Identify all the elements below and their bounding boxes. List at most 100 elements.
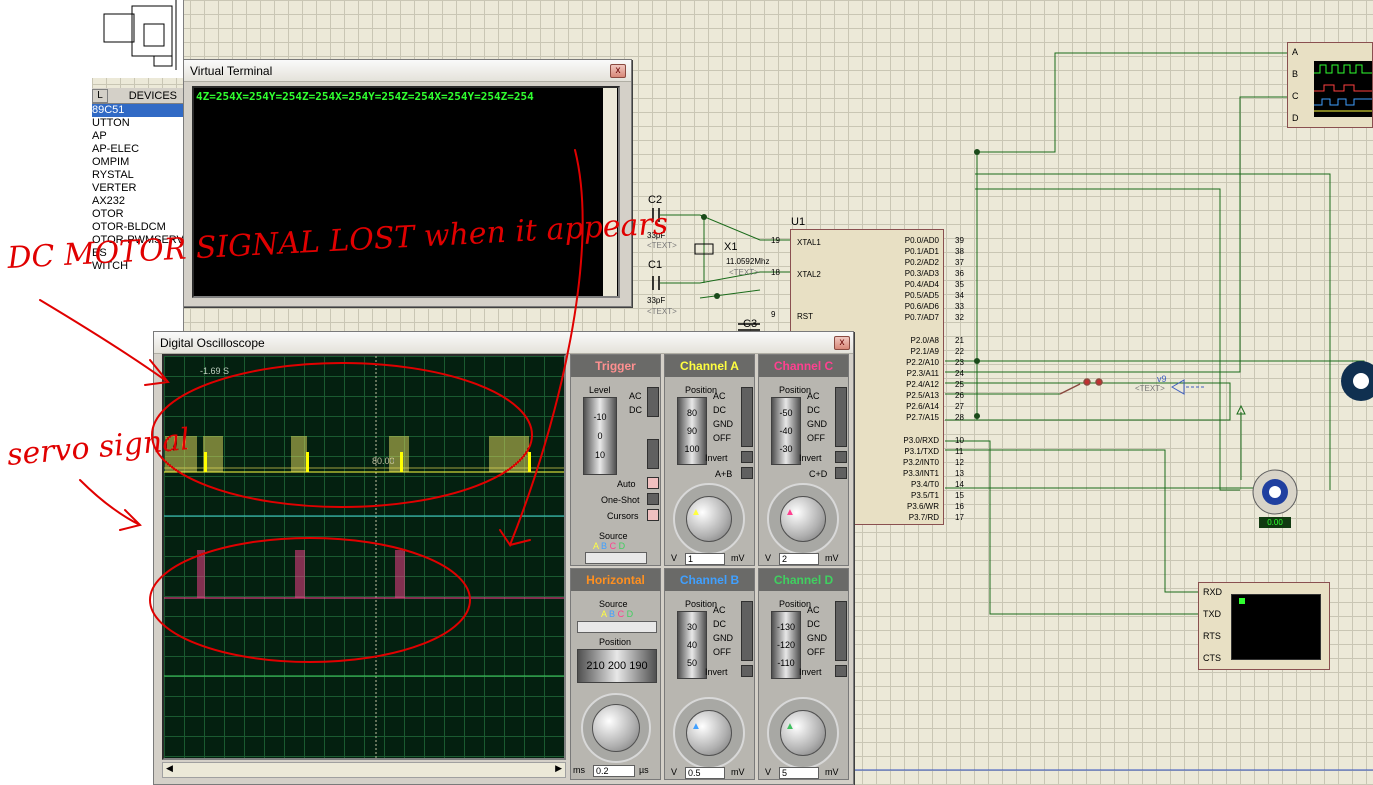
- volts-value-field[interactable]: 0.5: [685, 767, 725, 779]
- volts-per-div-knob[interactable]: ▲: [686, 496, 732, 542]
- logic-analyzer-pin-label: D: [1292, 113, 1299, 123]
- coupling-mode-label: OFF: [713, 433, 731, 443]
- coupling-switch[interactable]: [835, 387, 847, 447]
- hz-tick-0: 210: [586, 660, 605, 672]
- invert-button[interactable]: [835, 451, 847, 463]
- position-tick: -40: [779, 426, 793, 436]
- coupling-switch[interactable]: [741, 601, 753, 661]
- coupling-mode-label: OFF: [807, 433, 825, 443]
- coupling-switch[interactable]: [741, 387, 753, 447]
- mcu-pin-number: 10: [955, 436, 964, 445]
- horizontal-source-slider[interactable]: [577, 621, 657, 633]
- virtual-terminal-titlebar[interactable]: Virtual Terminal: [184, 60, 631, 82]
- scroll-right-icon[interactable]: ▶: [555, 763, 562, 774]
- mcu-pin-number: 26: [955, 391, 964, 400]
- mcu-pin-label: P3.5/T1: [910, 491, 939, 500]
- invert-label: Invert: [705, 453, 728, 463]
- mcu-pin-number: 25: [955, 380, 964, 389]
- volts-per-div-knob[interactable]: ▲: [780, 710, 826, 756]
- cursors-button[interactable]: [647, 509, 659, 521]
- coupling-mode-label: GND: [807, 633, 827, 643]
- position-drum[interactable]: -130 -120 -110: [771, 611, 801, 679]
- combine-button[interactable]: [835, 467, 847, 479]
- coupling-mode-label: GND: [807, 419, 827, 429]
- mcu-pin-label: P0.3/AD3: [904, 269, 939, 278]
- horizontal-position-drum[interactable]: 210 200 190: [577, 649, 657, 683]
- logic-analyzer[interactable]: [1287, 42, 1373, 128]
- trigger-source-slider[interactable]: [585, 552, 647, 564]
- channel-d-title: Channel D: [759, 569, 848, 591]
- scope-traces: [164, 356, 564, 758]
- c2-label: C2: [648, 194, 663, 206]
- coupling-mode-label: DC: [713, 619, 726, 629]
- mcu-pin-label: P2.5/A13: [906, 391, 939, 400]
- mcu-pin-label: P2.3/A11: [906, 369, 939, 378]
- mcu-pin-number: 27: [955, 402, 964, 411]
- terminal-scrollbar[interactable]: [603, 88, 617, 296]
- close-icon[interactable]: x: [834, 336, 850, 350]
- coupling-mode-label: DC: [807, 405, 820, 415]
- hz-unit-left: ms: [573, 765, 585, 775]
- oscilloscope-titlebar[interactable]: Digital Oscilloscope: [154, 332, 853, 354]
- mcu-pin-label: P2.1/A9: [910, 347, 939, 356]
- close-icon[interactable]: x: [610, 64, 626, 78]
- oscilloscope-title: Digital Oscilloscope: [160, 335, 265, 350]
- virtual-terminal-window[interactable]: Virtual Terminal x 4Z=254X=254Y=254Z=254…: [183, 59, 632, 307]
- volts-per-div-knob[interactable]: ▲: [780, 496, 826, 542]
- scroll-left-icon[interactable]: ◀: [166, 763, 173, 774]
- u1-label: U1: [791, 216, 806, 228]
- hz-unit-right: µs: [639, 765, 649, 775]
- oscilloscope-window[interactable]: Digital Oscilloscope x -1.69 S 80.00 ◀ ▶…: [153, 331, 854, 785]
- trigger-oneshot-label: One-Shot: [601, 495, 640, 505]
- mcu-pin-number: 39: [955, 236, 964, 245]
- auto-button[interactable]: [647, 477, 659, 489]
- terminal-screen[interactable]: 4Z=254X=254Y=254Z=254X=254Y=254Z=254X=25…: [192, 86, 620, 298]
- mcu-pin-number: 19: [771, 236, 780, 245]
- coupling-mode-label: AC: [713, 605, 726, 615]
- position-tick: -130: [776, 622, 795, 632]
- volts-value-field[interactable]: 2: [779, 553, 819, 565]
- coupling-mode-label: AC: [807, 391, 820, 401]
- coupling-switch[interactable]: [835, 601, 847, 661]
- c3-label: C3: [743, 318, 758, 330]
- invert-button[interactable]: [741, 665, 753, 677]
- position-drum[interactable]: -50 -40 -30: [771, 397, 801, 465]
- volts-value-field[interactable]: 5: [779, 767, 819, 779]
- trigger-level-drum[interactable]: -10 0 10: [583, 397, 617, 475]
- mcu-pin-number: 34: [955, 291, 964, 300]
- trigger-coupling-switch[interactable]: [647, 387, 659, 417]
- coupling-mode-label: DC: [807, 619, 820, 629]
- c1-value: 33pF: [647, 296, 666, 305]
- volts-per-div-knob[interactable]: ▲: [686, 710, 732, 756]
- terminal-pin-label: CTS: [1203, 653, 1221, 663]
- v9-text: <TEXT>: [1135, 384, 1165, 393]
- timebase-knob[interactable]: [592, 704, 640, 752]
- scope-hscrollbar[interactable]: ◀ ▶: [162, 762, 566, 778]
- channel-b-title: Channel B: [665, 569, 754, 591]
- position-drum[interactable]: 30 40 50: [677, 611, 707, 679]
- mcu-pin-label: P2.6/A14: [906, 402, 939, 411]
- mcu-pin-number: 32: [955, 313, 964, 322]
- channel-a-panel: Channel A Position 80 90 100 AC DC GND OFF Inver…: [664, 354, 755, 566]
- one-shot-button[interactable]: [647, 493, 659, 505]
- trig-src-a: A: [593, 541, 599, 551]
- timebase-value[interactable]: 0.2: [593, 765, 635, 777]
- combine-button[interactable]: [741, 467, 753, 479]
- x1-value: 11.0592Mhz: [726, 257, 770, 266]
- mcu-pin-label: P3.4/T0: [910, 480, 939, 489]
- horizontal-source-list: A B C D: [601, 609, 633, 619]
- position-drum[interactable]: 80 90 100: [677, 397, 707, 465]
- invert-button[interactable]: [835, 665, 847, 677]
- terminal-cursor-icon: [1239, 598, 1245, 604]
- coupling-mode-label: AC: [713, 391, 726, 401]
- unit-left: V: [765, 767, 772, 777]
- invert-button[interactable]: [741, 451, 753, 463]
- trigger-edge-switch[interactable]: [647, 439, 659, 469]
- mcu-pin-label: XTAL1: [797, 238, 821, 247]
- terminal-output: 4Z=254X=254Y=254Z=254X=254Y=254Z=254X=25…: [196, 90, 534, 103]
- hz-src-c: C: [617, 609, 625, 619]
- volts-value-field[interactable]: 1: [685, 553, 725, 565]
- c2-value: 33pF: [647, 231, 666, 240]
- knob-pointer-icon: ▲: [691, 721, 701, 732]
- scope-display[interactable]: -1.69 S 80.00: [162, 354, 566, 760]
